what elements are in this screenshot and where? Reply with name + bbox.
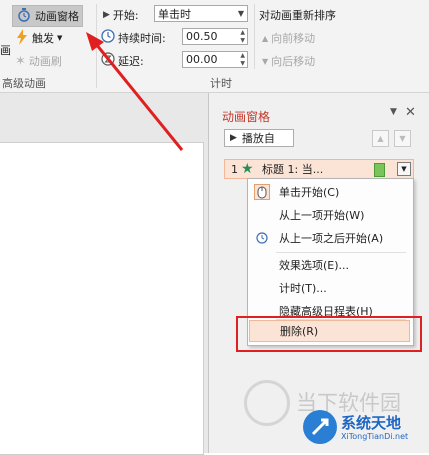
brand-logo-icon: [303, 410, 337, 444]
brand-url: XiTongTianDi.net: [341, 432, 409, 441]
watermark-logo-icon: [244, 380, 290, 426]
brand-name: 系统天地: [341, 414, 402, 432]
annotation-arrow: [86, 32, 184, 151]
